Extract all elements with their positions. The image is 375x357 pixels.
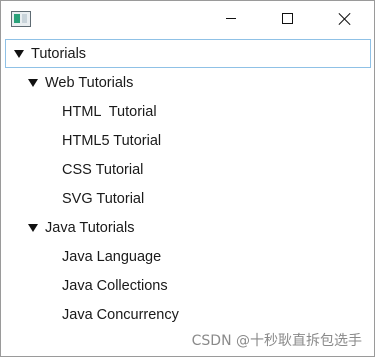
tree-item-label: Java Collections (62, 277, 168, 294)
tree-item-label: Web Tutorials (45, 74, 134, 91)
expand-arrow-icon[interactable] (28, 223, 38, 232)
tree-item-java-language[interactable]: Java Language (5, 242, 371, 271)
tree-item-java-tutorials[interactable]: Java Tutorials (5, 213, 371, 242)
tree-view[interactable]: Tutorials Web Tutorials HTML Tutorial HT… (5, 37, 371, 353)
tree-item-label: SVG Tutorial (62, 190, 145, 207)
title-bar[interactable] (1, 1, 374, 36)
expand-arrow-icon[interactable] (14, 49, 24, 58)
close-button[interactable] (322, 1, 368, 36)
tree-item-label: Tutorials (31, 45, 87, 62)
tree-item-java-collections[interactable]: Java Collections (5, 271, 371, 300)
tree-item-web-tutorials[interactable]: Web Tutorials (5, 68, 371, 97)
tree-item-css-tutorial[interactable]: CSS Tutorial (5, 155, 371, 184)
watermark-text: CSDN @十秒耿直拆包选手 (191, 333, 362, 349)
tree-item-svg-tutorial[interactable]: SVG Tutorial (5, 184, 371, 213)
tree-item-label: HTML Tutorial (62, 103, 157, 120)
maximize-icon (281, 13, 293, 24)
app-icon-pane-left (14, 14, 20, 23)
tree-item-label: Java Concurrency (62, 306, 179, 323)
app-window-icon[interactable] (11, 11, 31, 27)
app-icon-pane-right (22, 14, 27, 23)
tree-item-html-tutorial[interactable]: HTML Tutorial (5, 97, 371, 126)
tree-item-label: Java Tutorials (45, 219, 135, 236)
tree-item-java-concurrency[interactable]: Java Concurrency (5, 300, 371, 329)
tree-item-html5-tutorial[interactable]: HTML5 Tutorial (5, 126, 371, 155)
minimize-button[interactable] (208, 1, 254, 36)
tree-item-label: CSS Tutorial (62, 161, 144, 178)
expand-arrow-icon[interactable] (28, 78, 38, 87)
minimize-icon (226, 18, 236, 19)
application-window: Tutorials Web Tutorials HTML Tutorial HT… (0, 0, 375, 357)
close-icon (339, 13, 351, 25)
maximize-button[interactable] (264, 1, 310, 36)
tree-item-tutorials[interactable]: Tutorials (5, 39, 371, 68)
tree-item-label: Java Language (62, 248, 162, 265)
tree-item-label: HTML5 Tutorial (62, 132, 162, 149)
